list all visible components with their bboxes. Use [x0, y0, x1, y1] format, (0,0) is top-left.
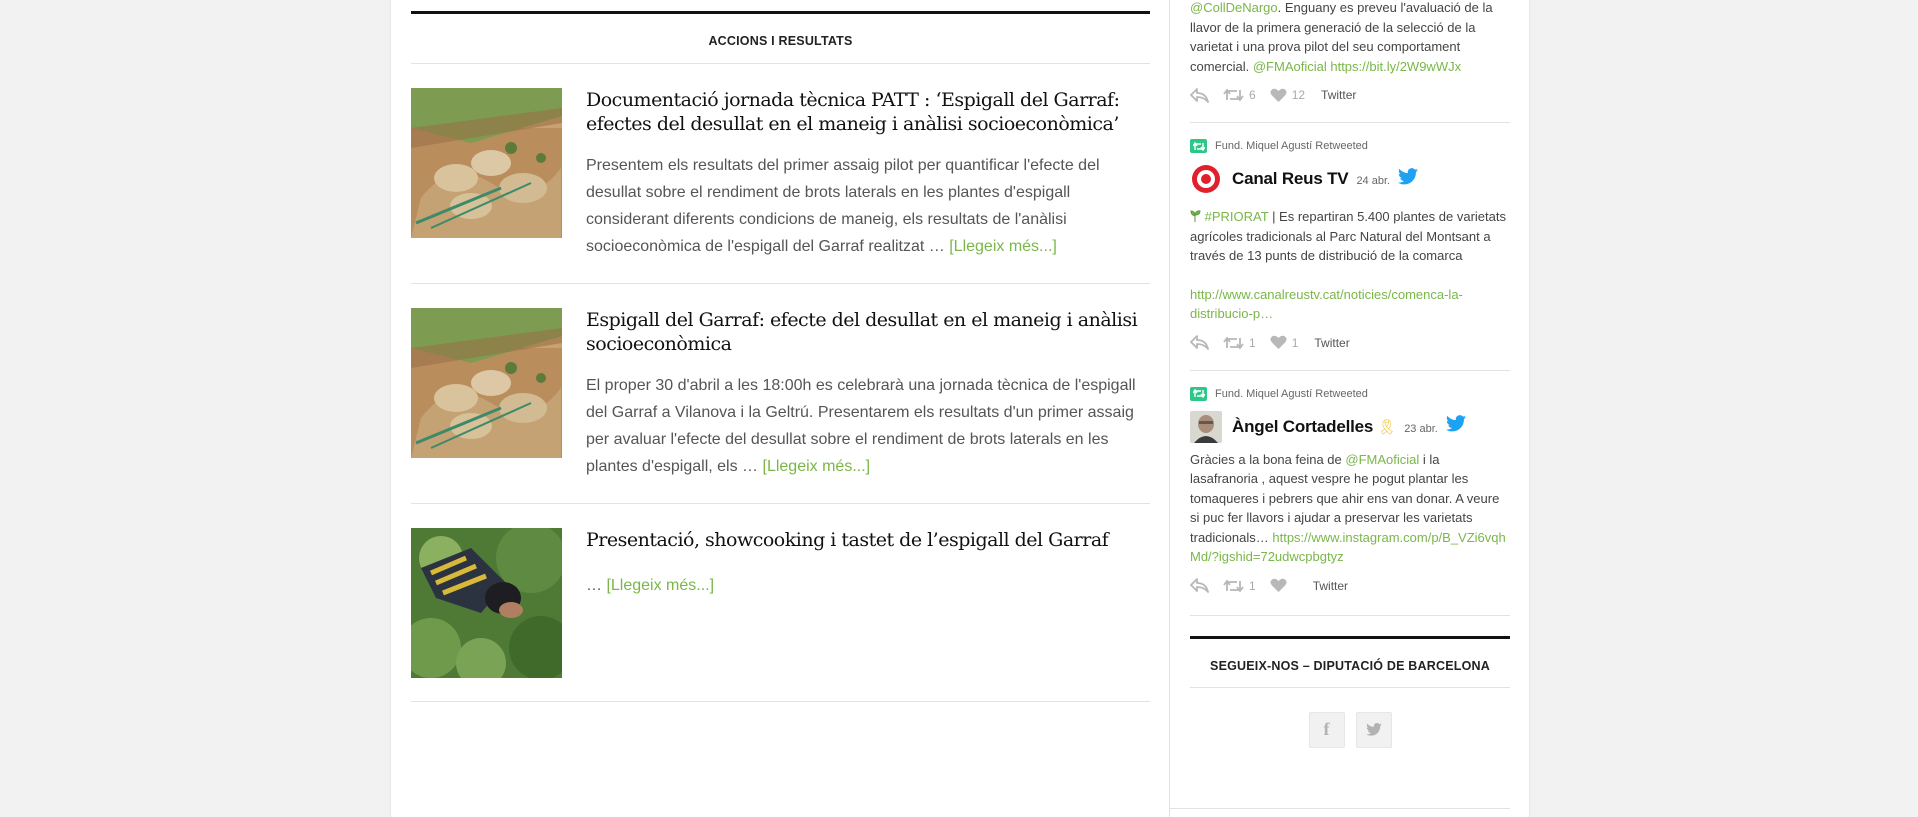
heart-icon [1270, 88, 1287, 102]
post-excerpt: El proper 30 d'abril a les 18:00h es cel… [586, 372, 1150, 480]
twitter-bird-icon[interactable] [1398, 167, 1419, 185]
tweet-date-link[interactable]: 23 abr. [1404, 423, 1438, 435]
tweet-author-link[interactable]: Canal Reus TV [1232, 169, 1349, 189]
retweeted-by: Fund. Miquel Agustí Retweeted [1190, 139, 1510, 153]
reply-button[interactable] [1190, 87, 1209, 103]
post-item: Espigall del Garraf: efecte del desullat… [411, 284, 1150, 504]
tweet-author-link[interactable]: Àngel Cortadelles [1232, 417, 1373, 437]
post-title-link[interactable]: Presentació, showcooking i tastet de l’e… [586, 528, 1150, 552]
facebook-button[interactable]: f [1308, 711, 1345, 748]
tweet-header: Canal Reus TV 24 abr. [1190, 163, 1510, 195]
reply-icon [1190, 578, 1209, 593]
social-links: f [1190, 711, 1510, 748]
tweet-body: Gràcies a la bona feina de [1190, 451, 1346, 467]
tweet-actions: 1 1 Twitter [1190, 334, 1510, 352]
column-divider [1169, 0, 1170, 817]
avatar[interactable] [1190, 163, 1222, 195]
post-thumbnail[interactable] [411, 88, 562, 238]
avatar[interactable] [1190, 410, 1222, 443]
reply-button[interactable] [1190, 335, 1209, 350]
divider [1170, 808, 1510, 809]
seedling-icon [1190, 209, 1205, 224]
retweet-button[interactable]: 6 [1223, 88, 1256, 102]
reply-icon [1190, 87, 1209, 103]
tweet-source-link[interactable]: Twitter [1321, 88, 1356, 102]
like-button[interactable]: 12 [1270, 88, 1305, 103]
tweet: Fund. Miquel Agustí Retweeted Canal Reus… [1190, 139, 1510, 371]
like-button[interactable]: 1 [1270, 335, 1299, 350]
retweet-icon [1223, 88, 1244, 102]
read-more-link[interactable]: [Llegeix més...] [763, 458, 871, 475]
retweet-count: 6 [1249, 88, 1256, 102]
tweet-mention-link[interactable]: @FMAoficial [1253, 59, 1327, 74]
follow-title: SEGUEIX-NOS – DIPUTACIÓ DE BARCELONA [1190, 639, 1510, 688]
twitter-icon [1365, 723, 1382, 736]
post-body: Presentació, showcooking i tastet de l’e… [586, 528, 1150, 678]
retweet-badge-icon [1190, 386, 1207, 401]
tweet: Fund. Miquel Agustí Retweeted Àngel Cort… [1190, 386, 1510, 616]
post-excerpt: … [Llegeix més...] [586, 572, 1150, 599]
retweet-icon [1223, 336, 1244, 349]
retweet-button[interactable]: 1 [1223, 336, 1256, 350]
like-count: 12 [1291, 88, 1306, 102]
retweeted-by-label: Fund. Miquel Agustí Retweeted [1215, 140, 1368, 152]
tweet: @CollDeNargo. Enguany es preveu l'avalua… [1190, 0, 1510, 123]
follow-section: SEGUEIX-NOS – DIPUTACIÓ DE BARCELONA f [1190, 635, 1510, 748]
tweet-url-link[interactable]: https://bit.ly/2W9wWJx [1327, 59, 1461, 74]
post-item: Documentació jornada tècnica PATT : ‘Esp… [411, 64, 1150, 284]
retweeted-by: Fund. Miquel Agustí Retweeted [1190, 386, 1510, 401]
retweet-count: 1 [1249, 578, 1256, 593]
tweet-date-link[interactable]: 24 abr. [1356, 175, 1390, 187]
post-title-link[interactable]: Documentació jornada tècnica PATT : ‘Esp… [586, 88, 1150, 136]
tweet-url-link[interactable]: http://www.canalreustv.cat/noticies/come… [1190, 287, 1463, 322]
post-body: Espigall del Garraf: efecte del desullat… [586, 308, 1150, 480]
tweet-actions: 1 Twitter [1190, 577, 1510, 595]
heart-icon [1270, 335, 1287, 349]
post-body: Documentació jornada tècnica PATT : ‘Esp… [586, 88, 1150, 260]
twitter-button[interactable] [1355, 711, 1392, 748]
reply-button[interactable] [1190, 578, 1209, 593]
facebook-icon: f [1323, 719, 1330, 739]
retweet-count: 1 [1249, 335, 1256, 350]
like-button[interactable] [1270, 578, 1287, 593]
tweet-mention-link[interactable]: @CollDeNargo [1190, 0, 1278, 15]
tweet-text: Gràcies a la bona feina de @FMAoficial i… [1190, 450, 1510, 567]
retweeted-by-label: Fund. Miquel Agustí Retweeted [1215, 387, 1368, 400]
sidebar: @CollDeNargo. Enguany es preveu l'avalua… [1170, 0, 1510, 809]
main-column: ACCIONS I RESULTATS Documentació jornada… [411, 0, 1150, 702]
post-thumbnail[interactable] [411, 528, 562, 678]
post-item: Presentació, showcooking i tastet de l’e… [411, 504, 1150, 702]
tweet-source-link[interactable]: Twitter [1314, 336, 1349, 350]
read-more-link[interactable]: [Llegeix més...] [949, 238, 1057, 255]
twitter-bird-icon[interactable] [1445, 415, 1466, 432]
heart-icon [1270, 578, 1287, 592]
retweet-badge-icon [1190, 139, 1207, 153]
ribbon-emoji: 🎗 [1377, 418, 1397, 436]
post-title-link[interactable]: Espigall del Garraf: efecte del desullat… [586, 308, 1150, 356]
page-container: ACCIONS I RESULTATS Documentació jornada… [390, 0, 1530, 817]
post-thumbnail[interactable] [411, 308, 562, 458]
section-title: ACCIONS I RESULTATS [411, 14, 1150, 64]
tweet-hashtag-link[interactable]: #PRIORAT [1205, 209, 1269, 224]
tweet-header: Àngel Cortadelles 🎗 23 abr. [1190, 410, 1510, 443]
tweet-source-link[interactable]: Twitter [1313, 579, 1348, 593]
retweet-button[interactable]: 1 [1223, 579, 1256, 593]
post-excerpt: Presentem els resultats del primer assai… [586, 152, 1150, 260]
tweet-mention-link[interactable]: @FMAoficial [1345, 452, 1419, 467]
retweet-icon [1223, 579, 1244, 592]
reply-icon [1190, 335, 1209, 350]
tweet-text: #PRIORAT | Es repartiran 5.400 plantes d… [1190, 207, 1510, 324]
read-more-link[interactable]: [Llegeix més...] [606, 577, 714, 594]
post-excerpt-text: … [586, 577, 602, 594]
tweet-text: @CollDeNargo. Enguany es preveu l'avalua… [1190, 0, 1510, 76]
tweet-actions: 6 12 Twitter [1190, 86, 1510, 104]
like-count: 1 [1291, 335, 1299, 350]
